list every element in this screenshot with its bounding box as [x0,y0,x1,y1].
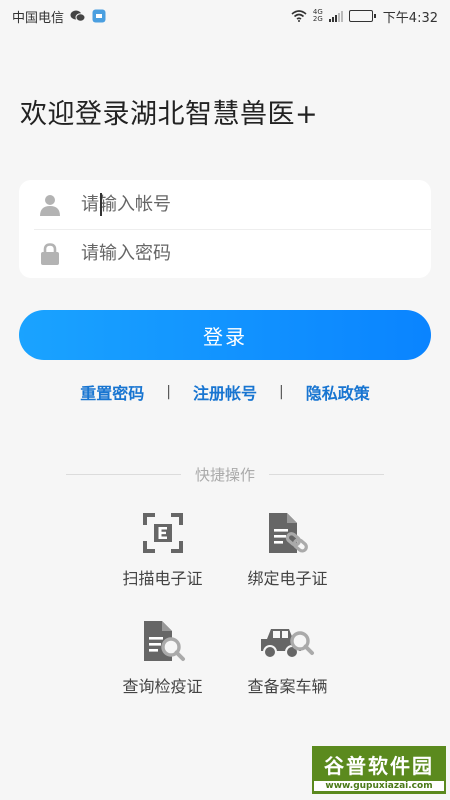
carrier-label: 中国电信 [12,10,65,26]
login-card [19,180,431,278]
watermark-logo: 谷普软件园 www.gupuxiazai.com [312,746,446,794]
account-input[interactable] [81,194,401,215]
app-notification-icon [92,9,106,23]
scan-certificate-icon [142,510,183,556]
watermark-url: www.gupuxiazai.com [314,780,444,791]
quick-action-label: 查备案车辆 [247,677,328,696]
text-caret [100,193,102,216]
quick-action-label: 查询检疫证 [122,677,203,696]
user-icon [19,194,81,216]
quick-action-label: 扫描电子证 [122,569,203,588]
clock: 下午4:32 [382,10,438,26]
search-vehicle-button[interactable]: 查备案车辆 [225,618,350,708]
network-type: 4G 2G [313,9,323,23]
status-right: 4G 2G 下午4:32 [291,7,438,26]
wifi-icon [291,10,307,22]
bind-certificate-icon [265,510,311,556]
password-row [19,229,431,278]
signal-icon [328,10,343,22]
auth-links: 重置密码 | 注册帐号 | 隐私政策 [0,380,450,404]
watermark-main-text: 谷普软件园 [324,753,434,778]
password-input[interactable] [81,243,401,264]
search-quarantine-icon [140,618,186,664]
link-separator: | [166,384,171,400]
bind-certificate-button[interactable]: 绑定电子证 [225,510,350,600]
divider-line [269,473,385,475]
search-quarantine-button[interactable]: 查询检疫证 [100,618,225,708]
network-type-bottom: 2G [312,15,323,23]
scan-certificate-button[interactable]: 扫描电子证 [100,510,225,600]
quick-actions-grid: 扫描电子证 绑定电子证 查询检疫证 查备案车辆 [100,505,350,705]
status-left: 中国电信 [12,7,106,26]
quick-actions-title: 快捷操作 [195,465,256,484]
battery-icon [348,10,376,22]
quick-actions-header: 快捷操作 [66,463,385,485]
privacy-policy-link[interactable]: 隐私政策 [306,380,370,404]
search-vehicle-icon [259,618,317,664]
register-link[interactable]: 注册帐号 [193,380,257,404]
status-bar: 中国电信 4G 2G 下午4:32 [0,0,450,32]
lock-icon [19,242,81,265]
quick-action-label: 绑定电子证 [247,569,328,588]
account-row [19,180,431,229]
wechat-icon [70,9,86,23]
page-title: 欢迎登录湖北智慧兽医+ [20,99,319,130]
link-separator: | [279,384,284,400]
login-button[interactable]: 登录 [19,310,431,360]
reset-password-link[interactable]: 重置密码 [80,380,144,404]
divider-line [66,473,181,475]
